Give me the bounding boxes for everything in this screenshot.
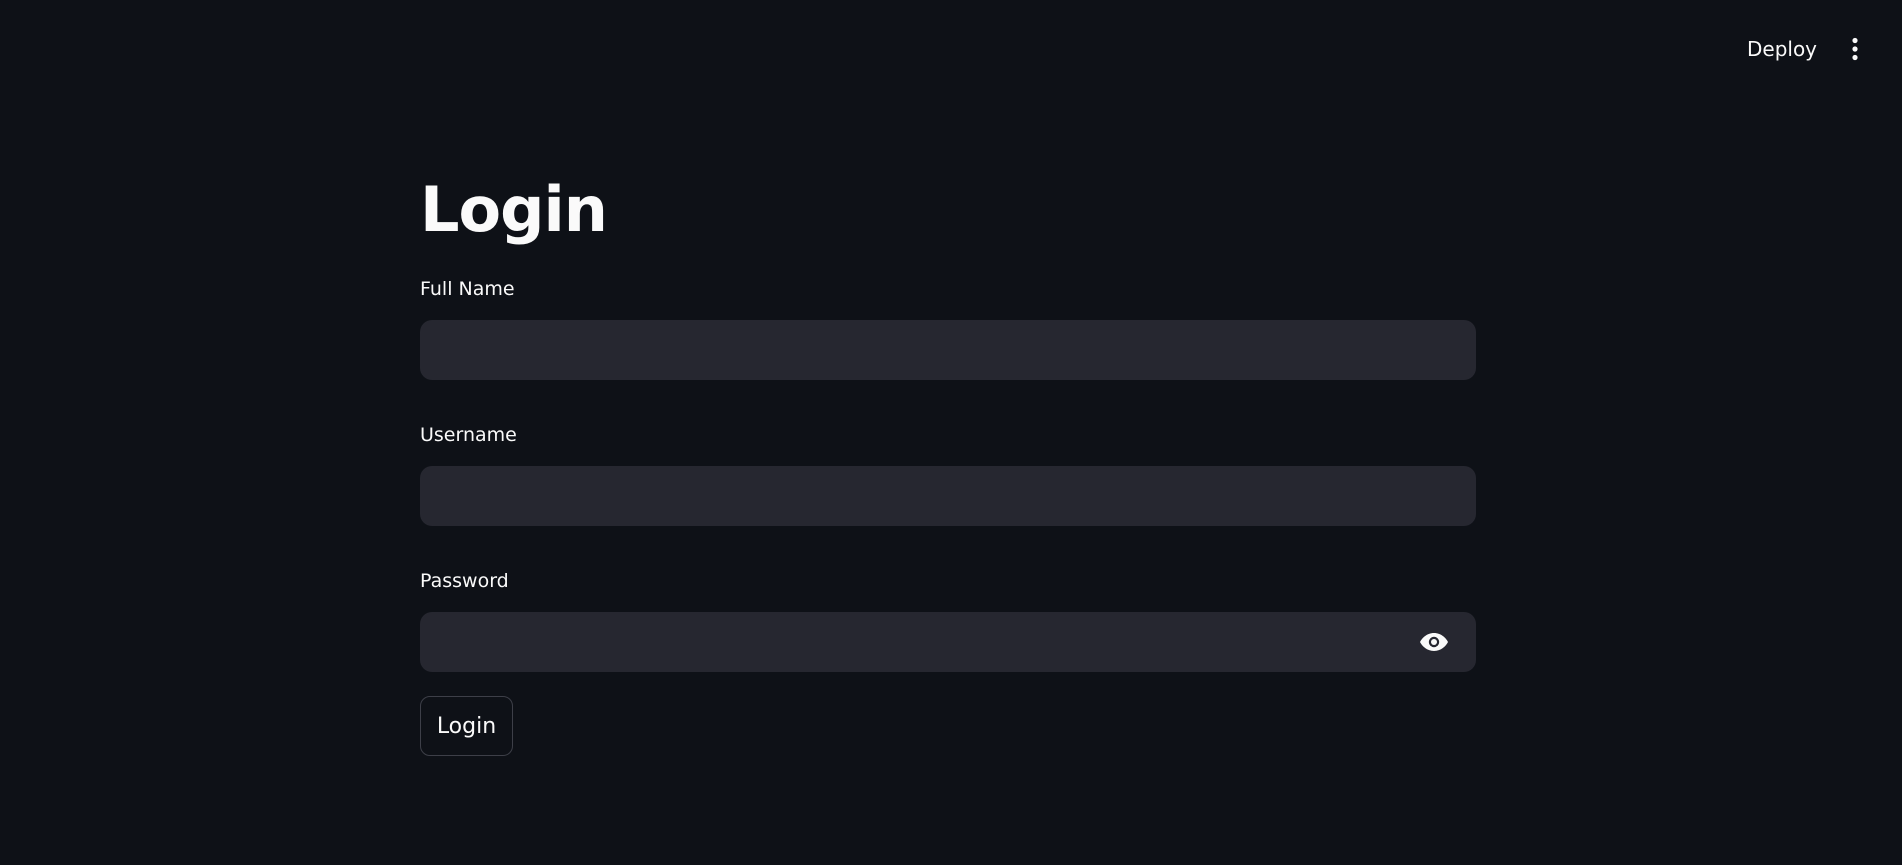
full-name-input[interactable] (420, 320, 1476, 380)
username-input[interactable] (420, 466, 1476, 526)
password-field: Password (420, 568, 1476, 672)
login-button[interactable]: Login (420, 696, 513, 756)
username-label: Username (420, 424, 517, 446)
main-menu-button[interactable] (1836, 30, 1874, 68)
show-password-toggle[interactable] (1404, 612, 1464, 672)
page-title: Login (420, 173, 608, 246)
eye-icon (1420, 633, 1448, 651)
vertical-ellipsis-icon (1852, 37, 1858, 61)
password-input-container (420, 612, 1476, 672)
app-root: Deploy Login Full Name Username Password (0, 0, 1902, 865)
full-name-field: Full Name (420, 276, 1476, 380)
deploy-button[interactable]: Deploy (1736, 30, 1828, 68)
full-name-input-container (420, 320, 1476, 380)
password-label: Password (420, 570, 509, 592)
full-name-label: Full Name (420, 278, 515, 300)
header-toolbar: Deploy (0, 0, 1902, 96)
login-form: Login Full Name Username Password Login (420, 168, 1476, 756)
username-field: Username (420, 422, 1476, 526)
password-input[interactable] (420, 612, 1404, 672)
username-input-container (420, 466, 1476, 526)
